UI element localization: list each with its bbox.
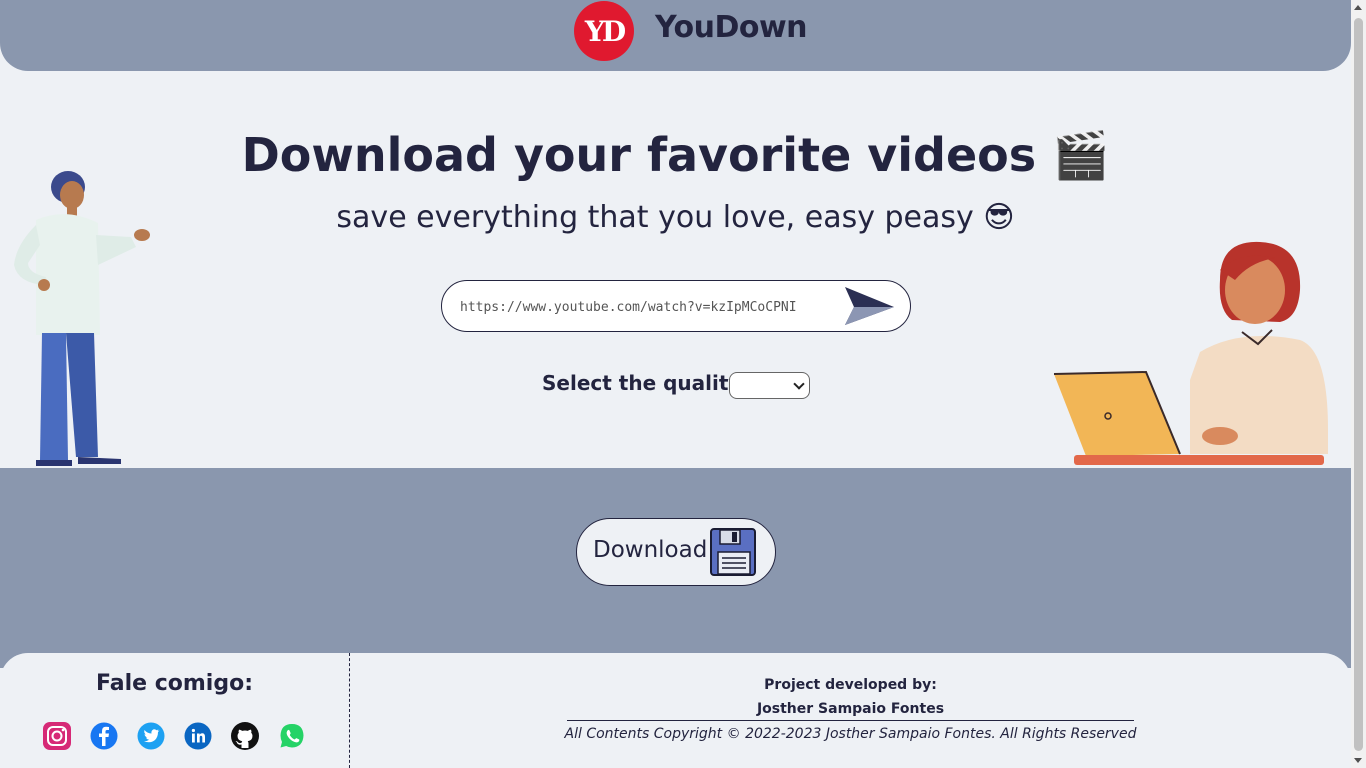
url-search-box [441,280,911,332]
brand-name: YouDown [655,10,808,45]
youdown-logo[interactable]: YD [574,1,634,61]
contact-title: Fale comigo: [96,671,253,696]
developer-label: Project developed by: [764,677,937,693]
paper-plane-icon[interactable] [842,285,898,327]
copyright-text: All Contents Copyright © 2022-2023 Josth… [564,726,1137,742]
developer-name: Josther Sampaio Fontes [756,701,945,717]
linkedin-icon[interactable] [183,721,213,751]
page-subtitle: save everything that you love, easy peas… [336,200,1015,235]
scroll-up-arrow-icon[interactable] [1354,5,1362,10]
whatsapp-icon[interactable] [277,721,307,751]
quality-select[interactable] [729,372,810,399]
instagram-icon[interactable] [42,721,72,751]
scrollbar-thumb[interactable] [1354,18,1363,751]
site-header: YD YouDown [0,0,1351,71]
download-label: Download [593,537,708,563]
twitter-icon[interactable] [136,721,166,751]
floppy-disk-icon [710,528,756,576]
page-title: Download your favorite videos 🎬 [241,128,1110,182]
quality-label: Select the quality: [542,371,750,395]
footer-separator [567,720,1134,721]
scroll-down-arrow-icon[interactable] [1354,758,1362,763]
facebook-icon[interactable] [89,721,119,751]
logo-text: YD [584,14,626,48]
vertical-scrollbar[interactable] [1351,0,1366,768]
site-footer: Fale comigo: Project developed by: Josth… [0,653,1351,768]
github-icon[interactable] [230,721,260,751]
chevron-down-icon [793,378,805,390]
woman-laptop-illustration [1053,241,1328,465]
download-button[interactable]: Download [576,518,776,586]
url-input[interactable] [458,293,842,321]
